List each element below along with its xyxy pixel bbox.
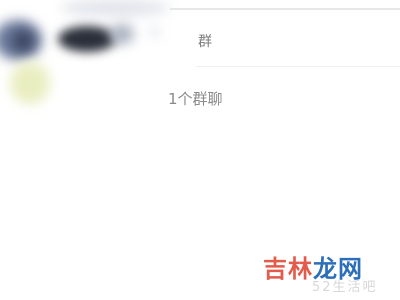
blurred-name xyxy=(58,26,116,52)
blurred-image xyxy=(10,62,50,104)
group-chat-result[interactable]: 1个群聊 xyxy=(168,88,223,109)
blurred-mark xyxy=(150,28,160,36)
screen: 群 1个群聊 吉林龙网 52生活吧 xyxy=(0,0,400,300)
blurred-name-tail xyxy=(110,24,134,44)
blurred-header xyxy=(60,0,170,16)
search-underline xyxy=(196,66,400,67)
blurred-avatar-detail xyxy=(12,30,34,52)
search-input[interactable]: 群 xyxy=(198,31,212,51)
watermark-part-1: 吉林 xyxy=(263,254,313,283)
watermark-subtext: 52生活吧 xyxy=(312,280,378,295)
blurred-profile-area xyxy=(0,0,175,110)
top-divider xyxy=(170,8,400,10)
